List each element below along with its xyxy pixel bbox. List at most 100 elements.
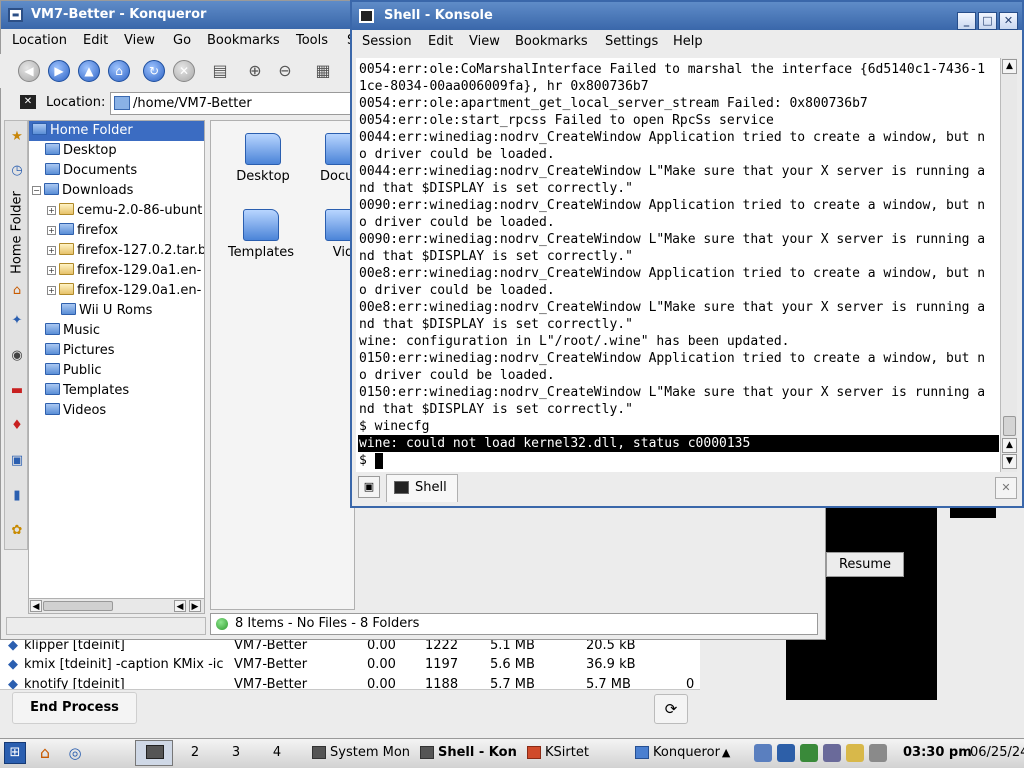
pager-desktop-1[interactable] <box>135 740 173 766</box>
menu-go[interactable]: Go <box>173 33 191 48</box>
tab-shell[interactable]: Shell <box>386 474 458 502</box>
process-row[interactable]: ◆ kmix [tdeinit] -caption KMix -ic VM7-B… <box>0 655 700 675</box>
expand-icon[interactable]: + <box>47 266 56 275</box>
menu-help[interactable]: Help <box>673 34 703 49</box>
tree-item-videos[interactable]: Videos <box>45 401 106 421</box>
task-konqueror[interactable]: Konqueror ▲ <box>633 742 743 764</box>
reload-icon[interactable]: ↻ <box>143 60 165 82</box>
stop-icon[interactable]: ✕ <box>173 60 195 82</box>
tree-item-wii-u-roms[interactable]: Wii U Roms <box>61 301 152 321</box>
tree-horizontal-scrollbar[interactable]: ◀ ◀ ▶ <box>28 598 205 614</box>
menu-settings[interactable]: Settings <box>605 34 658 49</box>
menu-bookmarks[interactable]: Bookmarks <box>207 33 280 48</box>
scroll-down-icon[interactable]: ▼ <box>1002 454 1017 469</box>
new-session-icon[interactable]: ▣ <box>358 476 380 498</box>
selected-line[interactable]: wine: could not load kernel32.dll, statu… <box>358 435 999 452</box>
zoom-out-icon[interactable]: ⊖ <box>274 60 296 82</box>
menu-edit[interactable]: Edit <box>428 34 453 49</box>
task-shell-konsole[interactable]: Shell - Kon <box>418 742 520 764</box>
devices-icon[interactable]: ▣ <box>7 451 27 471</box>
icon-item-desktop[interactable]: Desktop <box>218 133 308 184</box>
close-session-icon[interactable]: ✕ <box>995 477 1017 499</box>
tree-item-cemu[interactable]: + cemu-2.0-86-ubunt <box>47 201 202 221</box>
task-ksirtet[interactable]: KSirtet <box>525 742 625 764</box>
scroll-left-icon[interactable]: ◀ <box>174 600 186 612</box>
expand-icon[interactable]: + <box>47 206 56 215</box>
forward-icon[interactable]: ▶ <box>48 60 70 82</box>
maximize-icon[interactable]: □ <box>978 12 997 30</box>
home-icon[interactable]: ⌂ <box>108 60 130 82</box>
menu-view[interactable]: View <box>124 33 155 48</box>
icon-item-documents[interactable]: Docum <box>298 133 354 184</box>
location-input[interactable]: /home/VM7-Better <box>110 92 355 115</box>
home-tab-icon[interactable]: ⌂ <box>7 281 27 301</box>
menu-edit[interactable]: Edit <box>83 33 108 48</box>
back-icon[interactable]: ◀ <box>18 60 40 82</box>
network-icon[interactable]: ◉ <box>7 346 27 366</box>
tree-item-firefox[interactable]: + firefox <box>47 221 118 241</box>
icon-item-videos[interactable]: Vid <box>298 209 354 260</box>
tree-item-home[interactable]: Home Folder <box>29 121 204 141</box>
media-icon[interactable]: ✦ <box>7 311 27 331</box>
mixer-tray-icon[interactable] <box>823 744 841 762</box>
clipboard-tray-icon[interactable] <box>846 744 864 762</box>
close-icon[interactable]: ✕ <box>999 12 1018 30</box>
expand-icon[interactable]: + <box>47 286 56 295</box>
update-tray-icon[interactable] <box>800 744 818 762</box>
tree-item-documents[interactable]: Documents <box>45 161 137 181</box>
browser-icon[interactable]: ◎ <box>64 742 86 764</box>
settings-icon[interactable]: ✿ <box>7 521 27 541</box>
view-mode-icon[interactable]: ▦ <box>312 60 334 82</box>
clock-time[interactable]: 03:30 pm <box>903 745 972 760</box>
konsole-window-icon[interactable] <box>359 9 374 23</box>
terminal-scrollbar[interactable]: ▲ ▲ ▼ <box>1000 58 1017 472</box>
network-tray-icon[interactable] <box>754 744 772 762</box>
removable-icon[interactable]: ▮ <box>7 486 27 506</box>
refresh-icon[interactable]: ⟳ <box>654 694 688 724</box>
tree-item-templates[interactable]: Templates <box>45 381 129 401</box>
bookmarks-star-icon[interactable]: ★ <box>7 127 27 147</box>
scroll-thumb[interactable] <box>1003 416 1016 436</box>
minimize-icon[interactable]: _ <box>957 12 976 30</box>
expand-icon[interactable]: + <box>47 226 56 235</box>
konsole-titlebar[interactable]: Shell - Konsole _ □ ✕ <box>352 2 1022 30</box>
tree-item-pictures[interactable]: Pictures <box>45 341 114 361</box>
pager-desktop-4[interactable]: 4 <box>258 742 296 764</box>
resume-button[interactable]: Resume <box>826 552 904 577</box>
pager-desktop-3[interactable]: 3 <box>217 742 255 764</box>
home-folder-vertical-tab[interactable]: Home Folder <box>7 190 27 280</box>
folder-red-icon[interactable]: ▬ <box>7 381 27 401</box>
print-icon[interactable]: ▤ <box>209 60 231 82</box>
services-icon[interactable]: ♦ <box>7 416 27 436</box>
up-icon[interactable]: ▲ <box>78 60 100 82</box>
printer-tray-icon[interactable] <box>869 744 887 762</box>
tree-item-downloads[interactable]: − Downloads <box>32 181 133 201</box>
terminal-output[interactable]: 0054:err:ole:CoMarshalInterface Failed t… <box>356 58 1000 472</box>
menu-location[interactable]: Location <box>12 33 67 48</box>
task-system-monitor[interactable]: System Mon <box>310 742 410 764</box>
expand-icon[interactable]: + <box>47 246 56 255</box>
tree-item-firefox-127[interactable]: + firefox-127.0.2.tar.b <box>47 241 204 261</box>
start-menu-icon[interactable]: ⊞ <box>4 742 26 764</box>
tree-item-music[interactable]: Music <box>45 321 100 341</box>
menu-bookmarks[interactable]: Bookmarks <box>515 34 588 49</box>
collapse-icon[interactable]: − <box>32 186 41 195</box>
monitor-tray-icon[interactable] <box>777 744 795 762</box>
home-icon[interactable]: ⌂ <box>34 742 56 764</box>
tree-item-firefox-129-a[interactable]: + firefox-129.0a1.en- <box>47 261 201 281</box>
zoom-in-icon[interactable]: ⊕ <box>244 60 266 82</box>
pager-desktop-2[interactable]: 2 <box>176 742 214 764</box>
clear-location-icon[interactable]: ✕ <box>20 95 36 109</box>
scroll-up-icon[interactable]: ▲ <box>1002 59 1017 74</box>
menu-tools[interactable]: Tools <box>296 33 328 48</box>
tree-item-desktop[interactable]: Desktop <box>45 141 117 161</box>
tree-item-public[interactable]: Public <box>45 361 101 381</box>
scroll-thumb[interactable] <box>43 601 113 611</box>
end-process-button[interactable]: End Process <box>12 692 137 724</box>
menu-session[interactable]: Session <box>362 34 412 49</box>
scroll-up-icon[interactable]: ▲ <box>1002 438 1017 453</box>
clock-date[interactable]: 06/25/24 <box>970 745 1024 760</box>
scroll-left-icon[interactable]: ◀ <box>30 600 42 612</box>
menu-view[interactable]: View <box>469 34 500 49</box>
icon-item-templates[interactable]: Templates <box>216 209 306 260</box>
